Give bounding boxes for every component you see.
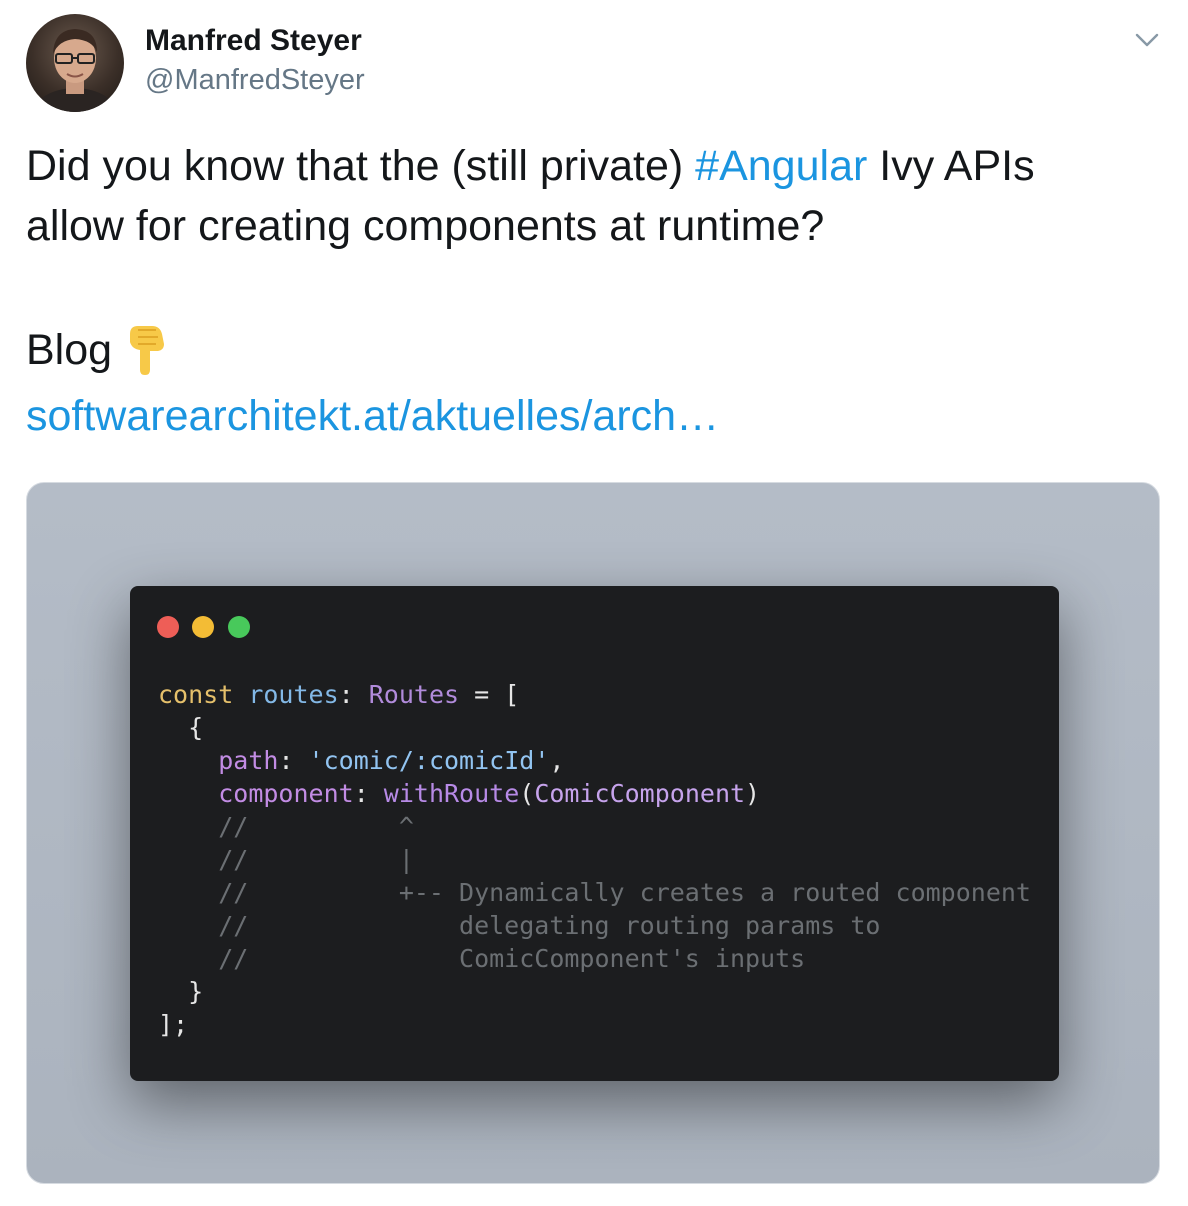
code-token: ,: [549, 746, 565, 775]
code-token: ];: [158, 1010, 189, 1039]
code-token: ComicComponent: [534, 779, 746, 808]
code-token: Routes: [368, 680, 460, 709]
code-token: (: [519, 779, 535, 808]
code-token: :: [353, 779, 384, 808]
code-token: {: [158, 713, 204, 742]
window-close-dot: [157, 616, 179, 638]
code-token: ): [745, 779, 761, 808]
code-comment: // ComicComponent's inputs: [158, 944, 806, 973]
tweet-text-part: Did you know that the (still private): [26, 142, 696, 190]
tweet-media-image[interactable]: const routes: Routes = [ { path: 'comic/…: [26, 482, 1160, 1184]
hashtag-link[interactable]: #Angular: [695, 142, 867, 190]
tweet-line-blog: Blog: [26, 316, 1156, 392]
code-token: path: [218, 746, 279, 775]
code-comment: // |: [158, 845, 414, 874]
tweet-line-1: Did you know that the (still private) #A…: [26, 136, 1156, 196]
pointing-down-emoji-icon: [126, 320, 170, 392]
code-token: 'comic/:comicId': [308, 746, 550, 775]
code-token: const: [158, 680, 234, 709]
chevron-down-icon[interactable]: [1132, 28, 1162, 52]
code-comment: // delegating routing params to: [158, 911, 881, 940]
code-token: :: [278, 746, 309, 775]
window-minimize-dot: [192, 616, 214, 638]
code-window: const routes: Routes = [ { path: 'comic/…: [130, 586, 1059, 1081]
tweet-line-2: allow for creating components at runtime…: [26, 202, 825, 250]
code-token: :: [338, 680, 369, 709]
author-name[interactable]: Manfred Steyer: [145, 24, 362, 58]
avatar-portrait: [31, 29, 119, 112]
blog-link[interactable]: softwarearchitekt.at/aktuelles/arch…: [26, 386, 1156, 446]
code-token: }: [158, 977, 204, 1006]
code-token: routes: [248, 680, 339, 709]
window-maximize-dot: [228, 616, 250, 638]
code-snippet: const routes: Routes = [ { path: 'comic/…: [158, 678, 1031, 1041]
tweet-text-part: Ivy APIs: [867, 142, 1035, 190]
code-token: component: [218, 779, 354, 808]
avatar[interactable]: [26, 14, 124, 112]
code-comment: // +-- Dynamically creates a routed comp…: [158, 878, 1031, 907]
code-token: withRoute: [383, 779, 520, 808]
author-handle[interactable]: @ManfredSteyer: [145, 64, 365, 97]
blog-label: Blog: [26, 326, 113, 374]
code-comment: // ^: [158, 812, 414, 841]
code-token: = [: [459, 680, 520, 709]
tweet-text: Did you know that the (still private) #A…: [26, 136, 1156, 446]
